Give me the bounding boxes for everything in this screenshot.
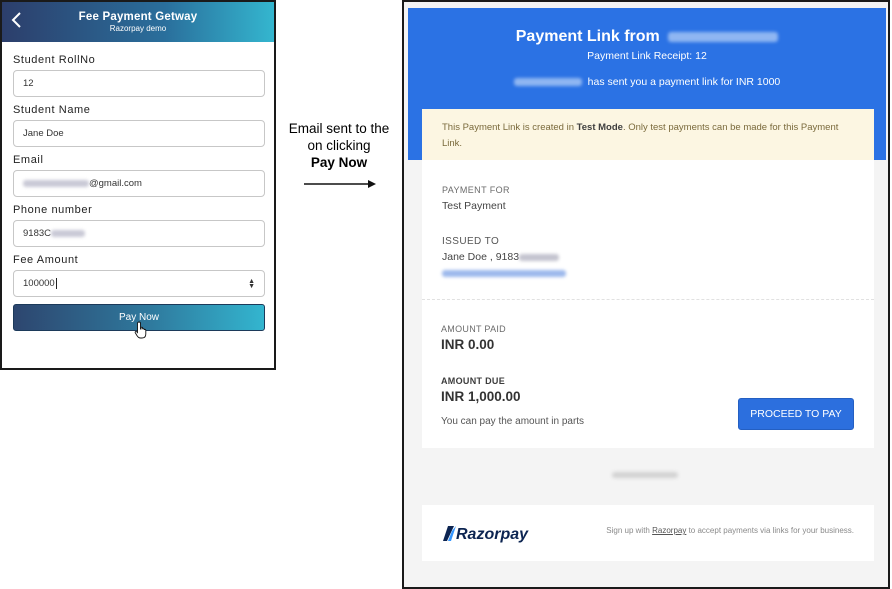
test-mode-notice: This Payment Link is created in Test Mod…	[422, 109, 874, 160]
annotation-line-1: Email sent to the	[288, 121, 390, 136]
redacted-email-link[interactable]	[442, 270, 566, 277]
redacted-sender-name	[668, 31, 779, 42]
student-name-value: Jane Doe	[23, 128, 64, 139]
phone-label: Phone number	[13, 204, 93, 216]
email-footer: Razorpay Sign up with Razorpay to accept…	[422, 505, 874, 561]
number-stepper-icon[interactable]: ▲ ▼	[248, 278, 255, 290]
right-arrow-icon	[304, 180, 376, 188]
annotation-line-2: on clicking	[307, 138, 371, 153]
payment-link-receipt: Payment Link Receipt: 12	[587, 50, 707, 62]
redacted-email-user	[23, 180, 89, 187]
payment-details-card: PAYMENT FOR Test Payment ISSUED TO Jane …	[422, 160, 874, 448]
amount-paid-label: AMOUNT PAID	[441, 324, 506, 334]
svg-text:Razorpay: Razorpay	[456, 526, 529, 543]
rollno-value: 12	[23, 78, 34, 89]
redacted-phone-digits	[51, 230, 85, 237]
amount-due-value: INR 1,000.00	[441, 389, 521, 404]
rollno-input[interactable]: 12	[13, 70, 265, 97]
razorpay-signup-link[interactable]: Razorpay	[652, 526, 686, 535]
proceed-to-pay-button[interactable]: PROCEED TO PAY	[738, 398, 854, 430]
student-name-label: Student Name	[13, 104, 91, 116]
payment-for-value: Test Payment	[442, 200, 506, 212]
redacted-phone	[519, 253, 560, 261]
fee-amount-input[interactable]: 100000 ▲ ▼	[13, 270, 265, 297]
redacted-sender	[513, 78, 582, 87]
fee-payment-app: Fee Payment Getway Razorpay demo Student…	[0, 0, 276, 370]
amount-paid-value: INR 0.00	[441, 337, 495, 352]
footer-signup-text: Sign up with Razorpay to accept payments…	[606, 526, 854, 535]
issued-to-value: Jane Doe , 9183	[442, 251, 560, 263]
app-subtitle: Razorpay demo	[109, 24, 167, 33]
pay-now-button[interactable]: Pay Now	[13, 304, 265, 339]
amount-due-label: AMOUNT DUE	[441, 376, 505, 386]
razorpay-logo: Razorpay	[443, 526, 529, 543]
fee-form: Student RollNo 12 Student Name Jane Doe …	[2, 42, 274, 339]
email-input[interactable]: @gmail.com	[13, 170, 265, 197]
fee-amount-value: 100000	[23, 278, 55, 289]
student-name-input[interactable]: Jane Doe	[13, 120, 265, 147]
back-arrow-icon[interactable]	[10, 10, 24, 30]
phone-value: 9183C	[23, 228, 51, 239]
payment-for-label: PAYMENT FOR	[442, 185, 510, 195]
partial-payment-note: You can pay the amount in parts	[441, 416, 585, 427]
sent-message: has sent you a payment link for INR 1000	[408, 76, 886, 88]
card-divider	[422, 299, 874, 300]
app-title: Fee Payment Getway	[78, 11, 198, 23]
rollno-label: Student RollNo	[13, 54, 96, 66]
screenshot-canvas: Fee Payment Getway Razorpay demo Student…	[0, 0, 892, 589]
email-label: Email	[13, 154, 44, 166]
text-caret	[55, 278, 57, 289]
hand-pointer-icon	[134, 321, 147, 339]
phone-input[interactable]: 9183C	[13, 220, 265, 247]
fee-amount-label: Fee Amount	[13, 254, 79, 266]
app-header: Fee Payment Getway Razorpay demo	[2, 2, 274, 42]
flow-annotation: Email sent to the on clicking Pay Now	[282, 120, 396, 171]
email-value: @gmail.com	[89, 178, 142, 189]
annotation-line-3: Pay Now	[310, 155, 368, 170]
email-title: Payment Link from	[408, 28, 886, 46]
redacted-merchant-name	[612, 472, 678, 478]
payment-link-email: Payment Link from Payment Link Receipt: …	[402, 0, 890, 589]
issued-to-label: ISSUED TO	[442, 236, 500, 247]
